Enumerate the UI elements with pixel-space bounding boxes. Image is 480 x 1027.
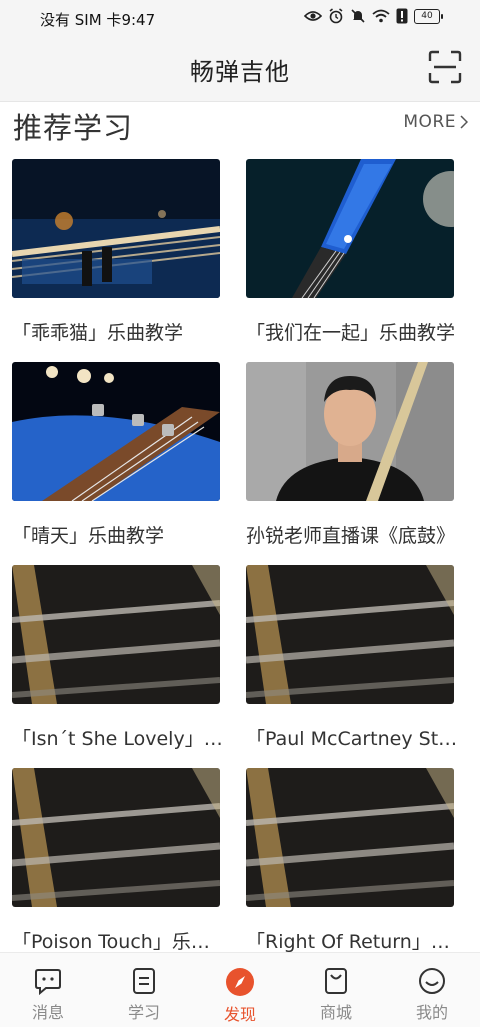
course-title: 「Right Of Return」乐曲教学 — [246, 931, 458, 952]
more-label: MORE — [403, 112, 456, 132]
tab-study[interactable]: 学习 — [96, 953, 192, 1027]
course-thumbnail — [12, 768, 220, 907]
scan-icon — [428, 50, 462, 84]
course-card[interactable]: 「晴天」乐曲教学 — [12, 362, 220, 548]
course-thumbnail — [246, 159, 454, 298]
bottom-tab-bar: 消息 学习 发现 商城 我的 — [0, 952, 480, 1027]
course-title: 「Paul McCartney Style」 — [246, 728, 458, 750]
shopping-bag-icon — [325, 968, 347, 994]
status-carrier-time: 没有 SIM 卡9:47 — [40, 9, 155, 30]
course-title: 孙锐老师直播课《底鼓》 — [246, 525, 456, 547]
course-thumbnail — [246, 565, 454, 704]
course-title: 「Isn´t She Lovely」乐曲教学 — [12, 728, 224, 750]
smiley-icon — [419, 968, 445, 994]
document-icon — [133, 968, 155, 994]
tab-label: 商城 — [319, 1003, 352, 1022]
tab-profile[interactable]: 我的 — [384, 953, 480, 1027]
tab-messages[interactable]: 消息 — [0, 953, 96, 1027]
app-header: 畅弹吉他 — [0, 36, 480, 102]
course-thumbnail — [12, 565, 220, 704]
scan-button[interactable] — [428, 50, 462, 84]
course-card[interactable]: 「乖乖猫」乐曲教学 — [12, 159, 220, 345]
discover-content[interactable]: 推荐学习 MORE 「乖乖猫」乐曲教学 「我们在一起」乐曲教学 「晴天」乐曲教学… — [0, 102, 480, 952]
course-title: 「Poison Touch」乐曲教学 — [12, 931, 224, 952]
section-title: 推荐学习 — [13, 111, 134, 145]
course-title: 「我们在一起」乐曲教学 — [246, 322, 456, 344]
course-thumbnail — [246, 768, 454, 907]
status-carrier: 没有 SIM 卡 — [40, 11, 122, 29]
course-title: 「乖乖猫」乐曲教学 — [12, 322, 184, 344]
course-thumbnail — [12, 362, 220, 501]
course-thumbnail — [12, 159, 220, 298]
tab-label: 消息 — [31, 1003, 64, 1022]
course-thumbnail — [246, 362, 454, 501]
mute-bell-icon — [351, 9, 365, 23]
app-title: 畅弹吉他 — [190, 58, 290, 86]
alarm-icon — [329, 8, 343, 24]
tab-discover[interactable]: 发现 — [192, 953, 288, 1027]
tab-label: 学习 — [127, 1003, 160, 1022]
course-title: 「晴天」乐曲教学 — [12, 525, 165, 547]
alert-icon — [396, 8, 408, 24]
course-card[interactable]: 「Paul McCartney Style」 — [246, 565, 458, 751]
message-icon — [35, 969, 61, 995]
course-card[interactable]: 「Isn´t She Lovely」乐曲教学 — [12, 565, 224, 751]
battery-indicator: 40 — [414, 8, 443, 24]
course-card[interactable]: 孙锐老师直播课《底鼓》 — [246, 362, 455, 548]
more-link[interactable]: MORE — [403, 112, 468, 132]
status-bar: 没有 SIM 卡9:47 40 — [0, 0, 480, 36]
status-time: 9:47 — [121, 11, 156, 29]
compass-icon — [226, 968, 254, 996]
chevron-right-icon — [460, 115, 468, 129]
tab-label: 我的 — [415, 1003, 448, 1022]
wifi-icon — [372, 9, 390, 23]
eye-icon — [304, 11, 322, 21]
course-card[interactable]: 「Poison Touch」乐曲教学 — [12, 768, 224, 952]
tab-label: 发现 — [223, 1005, 256, 1024]
course-card[interactable]: 「Right Of Return」乐曲教学 — [246, 768, 458, 952]
status-icons: 40 — [304, 8, 443, 24]
course-card[interactable]: 「我们在一起」乐曲教学 — [246, 159, 455, 345]
tab-shop[interactable]: 商城 — [288, 953, 384, 1027]
